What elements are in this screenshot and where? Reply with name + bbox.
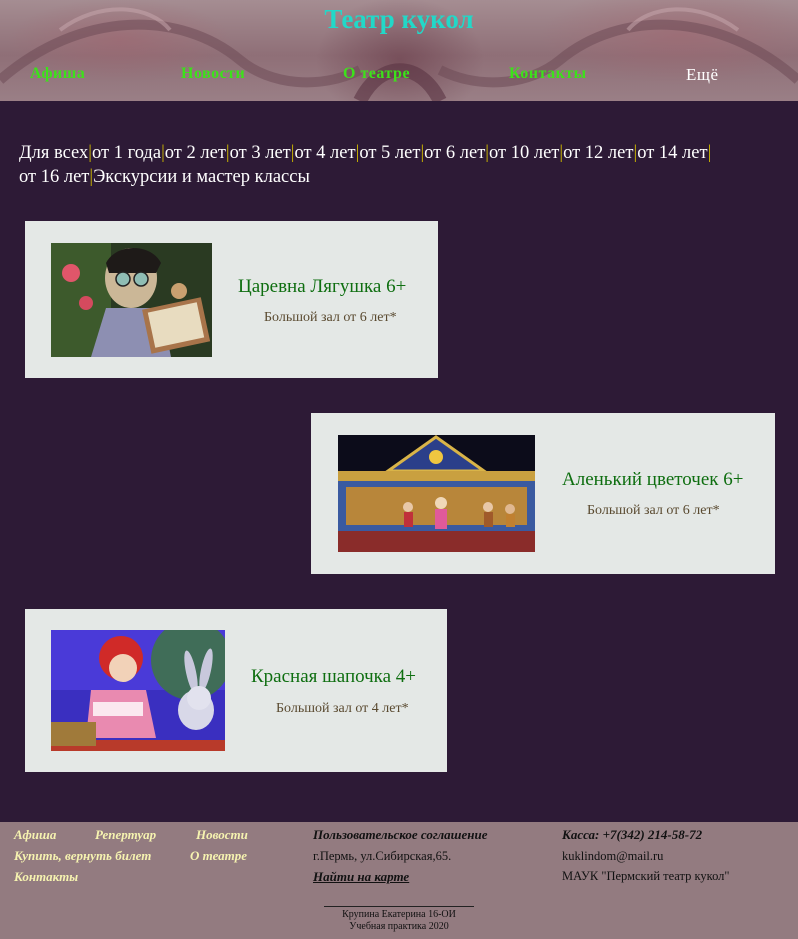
show-title[interactable]: Аленький цветочек 6+: [562, 469, 744, 491]
age-filter[interactable]: Для всех: [19, 143, 88, 163]
footer-link-contacts[interactable]: Контакты: [14, 869, 78, 885]
address: г.Пермь, ул.Сибирская,65.: [313, 849, 452, 863]
show-title[interactable]: Красная шапочка 4+: [251, 666, 416, 688]
age-filter[interactable]: от 3 лет: [230, 143, 291, 163]
separator: |: [707, 143, 712, 163]
show-image-scarlet-flower[interactable]: [338, 435, 535, 552]
user-agreement-link[interactable]: Пользовательское соглашение: [313, 827, 487, 843]
show-hall: Большой зал от 6 лет*: [264, 310, 397, 325]
nav-contacts[interactable]: Контакты: [509, 65, 587, 83]
email[interactable]: kuklindom@mail.ru: [562, 849, 663, 864]
age-filter[interactable]: от 4 лет: [294, 143, 355, 163]
show-card[interactable]: Красная шапочка 4+ Большой зал от 4 лет*: [25, 609, 447, 772]
footer-link-tickets[interactable]: Купить, вернуть билет: [14, 848, 151, 864]
show-card[interactable]: Царевна Лягушка 6+ Большой зал от 6 лет*: [25, 221, 438, 378]
credit-course: Учебная практика 2020: [349, 921, 449, 932]
box-office-phone: Касса: +7(342) 214-58-72: [562, 827, 703, 842]
footer-link-afisha[interactable]: Афиша: [14, 827, 56, 843]
credit-author: Крупина Екатерина 16-ОИ: [342, 909, 456, 920]
nav-afisha[interactable]: Афиша: [30, 65, 85, 83]
footer-link-about[interactable]: О театре: [190, 848, 247, 864]
age-filter[interactable]: от 14 лет: [637, 143, 707, 163]
age-filter[interactable]: от 6 лет: [424, 143, 485, 163]
age-filter[interactable]: от 5 лет: [359, 143, 420, 163]
header: Театр кукол Афиша Новости О театре Конта…: [0, 0, 798, 101]
nav-news[interactable]: Новости: [181, 65, 245, 83]
age-filter[interactable]: от 16 лет: [19, 167, 89, 187]
show-image-red-riding-hood[interactable]: [51, 630, 225, 751]
show-card[interactable]: Аленький цветочек 6+ Большой зал от 6 ле…: [311, 413, 775, 574]
credit-divider: [324, 906, 474, 907]
show-hall: Большой зал от 4 лет*: [276, 701, 409, 716]
age-filter[interactable]: от 10 лет: [489, 143, 559, 163]
age-filter[interactable]: от 12 лет: [563, 143, 633, 163]
site-title: Театр кукол: [324, 4, 474, 34]
nav-more[interactable]: Ещё: [686, 65, 719, 85]
show-image-frog-princess[interactable]: [51, 243, 212, 357]
age-filter[interactable]: Экскурсии и мастер классы: [93, 167, 310, 187]
show-hall: Большой зал от 6 лет*: [587, 503, 720, 518]
age-filter[interactable]: от 1 года: [92, 143, 161, 163]
map-link[interactable]: Найти на карте: [313, 869, 409, 885]
show-title[interactable]: Царевна Лягушка 6+: [238, 276, 406, 298]
footer-link-news[interactable]: Новости: [196, 827, 248, 843]
organization-name: МАУК "Пермский театр кукол": [562, 869, 730, 883]
nav-about[interactable]: О театре: [343, 65, 410, 83]
age-filter-bar: Для всех|от 1 года|от 2 лет|от 3 лет|от …: [19, 141, 779, 189]
age-filter[interactable]: от 2 лет: [165, 143, 226, 163]
footer-link-repertoire[interactable]: Репертуар: [95, 827, 156, 843]
